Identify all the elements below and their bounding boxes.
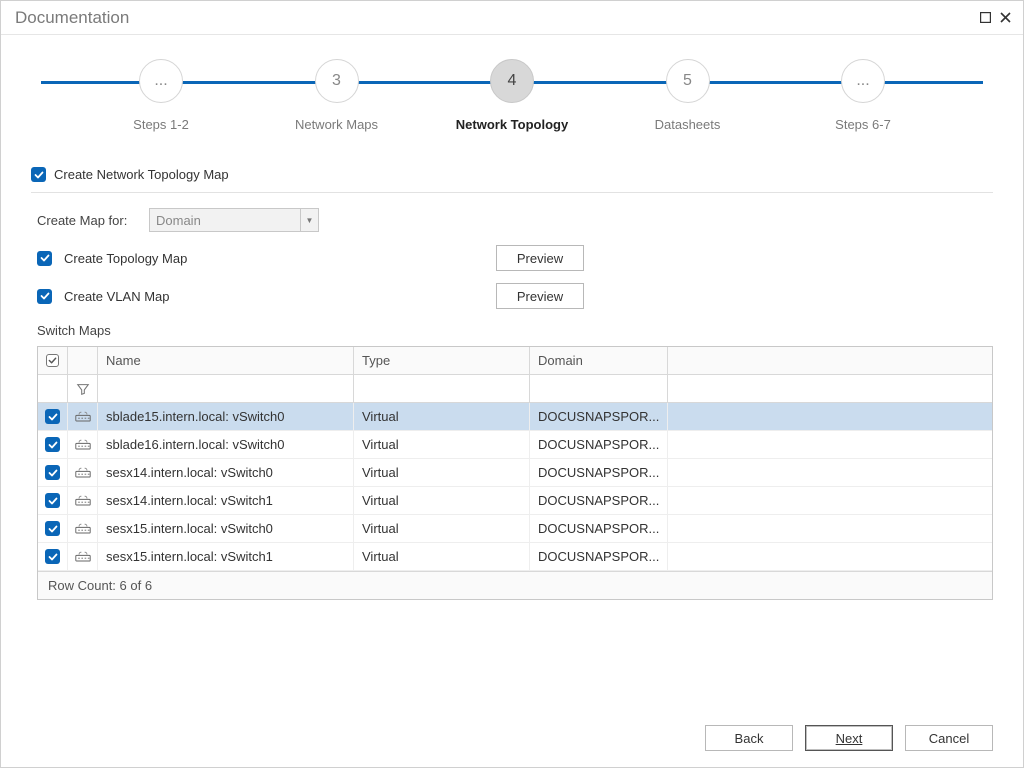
step-label: Network Topology [456,117,568,132]
cell-name: sesx14.intern.local: vSwitch0 [98,459,354,486]
step-1[interactable]: ... Steps 1-2 [91,59,231,132]
cell-domain: DOCUSNAPSPOR... [530,515,668,542]
step-label: Steps 6-7 [835,117,891,132]
back-button[interactable]: Back [705,725,793,751]
table-row[interactable]: sesx15.intern.local: vSwitch1VirtualDOCU… [38,543,992,571]
filter-icon[interactable] [68,375,98,403]
step-circle: 5 [666,59,710,103]
grid-body[interactable]: sblade15.intern.local: vSwitch0VirtualDO… [38,403,992,571]
column-header-name[interactable]: Name [98,347,354,375]
select-all-checkbox[interactable] [46,354,59,367]
create-topology-map-checkbox[interactable] [37,251,52,266]
step-circle: ... [841,59,885,103]
cell-domain: DOCUSNAPSPOR... [530,431,668,458]
wizard-stepper: ... Steps 1-2 3 Network Maps 4 Network Topolo… [31,59,993,149]
step-circle: ... [139,59,183,103]
cell-name: sblade16.intern.local: vSwitch0 [98,431,354,458]
table-row[interactable]: sblade15.intern.local: vSwitch0VirtualDO… [38,403,992,431]
cell-domain: DOCUSNAPSPOR... [530,459,668,486]
step-circle: 4 [490,59,534,103]
switch-maps-grid: Name Type Domain sblade15.intern.local: … [37,346,993,600]
step-4[interactable]: 5 Datasheets [618,59,758,132]
switch-icon [68,403,98,430]
switch-maps-label: Switch Maps [37,323,993,338]
row-checkbox[interactable] [45,465,60,480]
switch-icon [68,515,98,542]
table-row[interactable]: sblade16.intern.local: vSwitch0VirtualDO… [38,431,992,459]
step-label: Steps 1-2 [133,117,189,132]
step-5[interactable]: ... Steps 6-7 [793,59,933,132]
row-checkbox[interactable] [45,409,60,424]
cell-name: sesx15.intern.local: vSwitch0 [98,515,354,542]
row-checkbox[interactable] [45,549,60,564]
create-vlan-map-checkbox[interactable] [37,289,52,304]
row-checkbox[interactable] [45,493,60,508]
filter-input-name[interactable] [98,375,354,403]
next-button[interactable]: Next [805,725,893,751]
cell-domain: DOCUSNAPSPOR... [530,543,668,570]
maximize-icon[interactable] [975,8,995,28]
cell-type: Virtual [354,543,530,570]
create-network-topology-map-checkbox-row: Create Network Topology Map [31,167,993,193]
switch-icon [68,487,98,514]
table-row[interactable]: sesx14.intern.local: vSwitch1VirtualDOCU… [38,487,992,515]
cell-type: Virtual [354,487,530,514]
cell-type: Virtual [354,403,530,430]
cell-domain: DOCUSNAPSPOR... [530,487,668,514]
column-header-domain[interactable]: Domain [530,347,668,375]
documentation-wizard-window: Documentation ... Steps 1-2 3 Network Maps 4… [0,0,1024,768]
create-map-for-value: Domain [156,213,201,228]
cell-type: Virtual [354,431,530,458]
switch-icon [68,543,98,570]
grid-footer: Row Count: 6 of 6 [38,571,992,599]
cell-type: Virtual [354,515,530,542]
grid-filter-row [38,375,992,403]
step-3[interactable]: 4 Network Topology [442,59,582,132]
create-map-for-label: Create Map for: [37,213,137,228]
step-label: Datasheets [655,117,721,132]
table-row[interactable]: sesx15.intern.local: vSwitch0VirtualDOCU… [38,515,992,543]
column-header-type[interactable]: Type [354,347,530,375]
cell-name: sesx14.intern.local: vSwitch1 [98,487,354,514]
close-icon[interactable] [995,8,1015,28]
cell-name: sesx15.intern.local: vSwitch1 [98,543,354,570]
cell-name: sblade15.intern.local: vSwitch0 [98,403,354,430]
create-vlan-map-label: Create VLAN Map [64,289,264,304]
table-row[interactable]: sesx14.intern.local: vSwitch0VirtualDOCU… [38,459,992,487]
switch-icon [68,431,98,458]
preview-topology-button[interactable]: Preview [496,245,584,271]
step-circle: 3 [315,59,359,103]
preview-vlan-button[interactable]: Preview [496,283,584,309]
wizard-footer: Back Next Cancel [1,709,1023,767]
step-2[interactable]: 3 Network Maps [267,59,407,132]
titlebar: Documentation [1,1,1023,35]
create-topology-map-label: Create Topology Map [64,251,264,266]
cancel-button[interactable]: Cancel [905,725,993,751]
window-title: Documentation [15,8,129,28]
switch-icon [68,459,98,486]
create-network-topology-map-checkbox[interactable] [31,167,46,182]
row-checkbox[interactable] [45,521,60,536]
create-network-topology-map-label: Create Network Topology Map [54,167,229,182]
cell-domain: DOCUSNAPSPOR... [530,403,668,430]
chevron-down-icon: ▼ [300,209,318,231]
row-checkbox[interactable] [45,437,60,452]
step-label: Network Maps [295,117,378,132]
row-count-text: Row Count: 6 of 6 [48,578,152,593]
filter-input-domain[interactable] [530,375,668,403]
grid-header: Name Type Domain [38,347,992,375]
cell-type: Virtual [354,459,530,486]
create-map-for-dropdown[interactable]: Domain ▼ [149,208,319,232]
filter-input-type[interactable] [354,375,530,403]
